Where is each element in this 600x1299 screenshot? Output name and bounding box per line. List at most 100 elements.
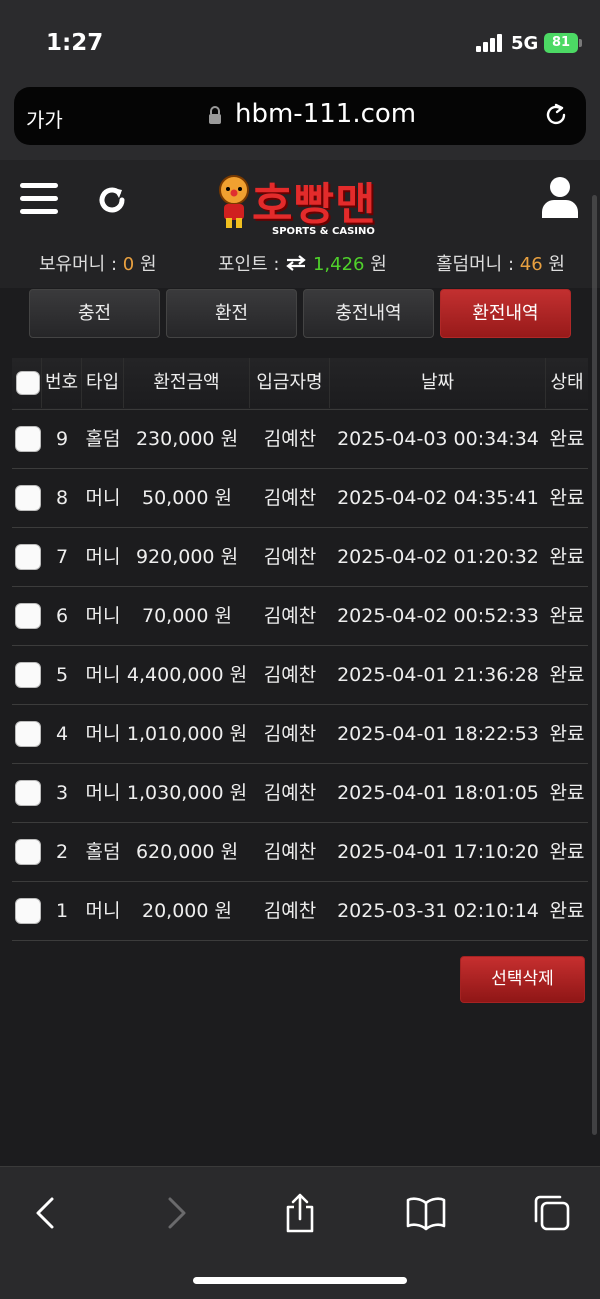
- cell-depositor: 김예찬: [263, 782, 317, 804]
- cell-status: 완료: [549, 487, 585, 509]
- cell-type: 머니: [85, 664, 121, 686]
- row-checkbox[interactable]: [15, 721, 41, 747]
- balance-bar: 보유머니 : 0 원 포인트 : 1,426 원 홀덤머니 : 46 원: [0, 250, 600, 280]
- cell-no: 3: [55, 782, 69, 804]
- forward-icon[interactable]: [156, 1193, 196, 1233]
- cell-status: 완료: [549, 428, 585, 450]
- point-unit: 원: [370, 254, 387, 275]
- cell-no: 4: [55, 723, 69, 745]
- cell-date: 2025-04-01 18:01:05: [337, 782, 539, 804]
- cell-depositor: 김예찬: [263, 723, 317, 745]
- cell-amount: 20,000 원: [141, 900, 232, 922]
- holdem-unit: 원: [548, 254, 565, 275]
- delete-selected-button[interactable]: 선택삭제: [460, 956, 585, 1003]
- table-body: 9 홀덤 230,000 원 김예찬 2025-04-03 00:34:34 완료 8 머니 5…: [12, 410, 588, 941]
- holdem-value: 46: [519, 254, 543, 275]
- table-row[interactable]: 1 머니 20,000 원 김예찬 2025-03-31 02:10:14 완료: [12, 882, 588, 941]
- user-icon[interactable]: [540, 176, 580, 218]
- row-checkbox[interactable]: [15, 603, 41, 629]
- cell-status: 완료: [549, 841, 585, 863]
- row-checkbox[interactable]: [15, 544, 41, 570]
- cell-status: 완료: [549, 605, 585, 627]
- point-label: 포인트 :: [218, 254, 280, 275]
- logo-text: 호빵맨: [252, 179, 377, 230]
- table-row[interactable]: 6 머니 70,000 원 김예찬 2025-04-02 00:52:33 완료: [12, 587, 588, 646]
- mascot-icon: [219, 175, 249, 228]
- table-row[interactable]: 5 머니 4,400,000 원 김예찬 2025-04-01 21:36:28 완료: [12, 646, 588, 705]
- lock-icon: [209, 106, 221, 124]
- cell-amount: 70,000 원: [141, 605, 232, 627]
- point-value: 1,426: [312, 254, 365, 275]
- row-checkbox[interactable]: [15, 839, 41, 865]
- cell-type: 머니: [85, 546, 121, 568]
- cell-no: 6: [55, 605, 69, 627]
- site-logo[interactable]: 호빵맨 SPORTS & CASINO: [210, 168, 400, 238]
- cell-date: 2025-03-31 02:10:14: [337, 900, 539, 922]
- cell-type: 머니: [85, 723, 121, 745]
- cell-type: 머니: [85, 487, 121, 509]
- table-row[interactable]: 2 홀덤 620,000 원 김예찬 2025-04-01 17:10:20 완료: [12, 823, 588, 882]
- cell-status: 완료: [549, 546, 585, 568]
- tabs-icon[interactable]: [532, 1193, 572, 1233]
- share-icon[interactable]: [280, 1193, 320, 1233]
- cell-amount: 1,010,000 원: [126, 723, 248, 745]
- select-all-checkbox[interactable]: [16, 371, 40, 395]
- table-row[interactable]: 3 머니 1,030,000 원 김예찬 2025-04-01 18:01:05 완료: [12, 764, 588, 823]
- cell-date: 2025-04-02 04:35:41: [337, 487, 539, 509]
- tab-bar: 충전 환전 충전내역 환전내역: [0, 288, 600, 340]
- browser-address-area: 가가 hbm-111.com: [0, 80, 600, 160]
- exchange-icon[interactable]: [285, 255, 307, 271]
- cell-depositor: 김예찬: [263, 428, 317, 450]
- bookmarks-icon[interactable]: [406, 1193, 446, 1233]
- row-checkbox[interactable]: [15, 662, 41, 688]
- header-date: 날짜: [330, 358, 546, 408]
- scrollbar[interactable]: [592, 195, 597, 1135]
- table-row[interactable]: 9 홀덤 230,000 원 김예찬 2025-04-03 00:34:34 완료: [12, 410, 588, 469]
- url-text[interactable]: hbm-111.com: [235, 99, 416, 129]
- cell-date: 2025-04-01 18:22:53: [337, 723, 539, 745]
- money-unit: 원: [139, 254, 157, 275]
- cell-depositor: 김예찬: [263, 900, 317, 922]
- refresh-icon[interactable]: [94, 182, 130, 218]
- cell-status: 완료: [549, 900, 585, 922]
- reload-icon[interactable]: [542, 101, 570, 129]
- cell-no: 9: [55, 428, 69, 450]
- cell-date: 2025-04-01 17:10:20: [337, 841, 539, 863]
- point-balance: 포인트 : 1,426 원: [218, 250, 387, 276]
- table-row[interactable]: 4 머니 1,010,000 원 김예찬 2025-04-01 18:22:53 완료: [12, 705, 588, 764]
- address-bar[interactable]: 가가 hbm-111.com: [14, 87, 586, 145]
- holdem-label: 홀덤머니 :: [436, 254, 515, 275]
- table-row[interactable]: 8 머니 50,000 원 김예찬 2025-04-02 04:35:41 완료: [12, 469, 588, 528]
- cell-depositor: 김예찬: [263, 605, 317, 627]
- logo-subtitle: SPORTS & CASINO: [272, 226, 375, 237]
- cell-amount: 620,000 원: [135, 841, 239, 863]
- cell-status: 완료: [549, 723, 585, 745]
- holdem-balance: 홀덤머니 : 46 원: [436, 250, 565, 276]
- cell-no: 7: [55, 546, 69, 568]
- header-amount: 환전금액: [124, 358, 250, 408]
- tab-withdraw-history[interactable]: 환전내역: [440, 289, 571, 338]
- cell-amount: 1,030,000 원: [126, 782, 248, 804]
- text-size-button[interactable]: 가가: [26, 104, 63, 133]
- tab-deposit-history[interactable]: 충전내역: [303, 289, 434, 338]
- site-header: 호빵맨 SPORTS & CASINO 보유머니 : 0 원 포인트 : 1,4…: [0, 160, 600, 288]
- money-label: 보유머니 :: [39, 254, 118, 275]
- tab-withdraw[interactable]: 환전: [166, 289, 297, 338]
- back-icon[interactable]: [26, 1193, 66, 1233]
- cell-type: 머니: [85, 605, 121, 627]
- cell-depositor: 김예찬: [263, 664, 317, 686]
- header-select-cell: [12, 358, 42, 408]
- row-checkbox[interactable]: [15, 780, 41, 806]
- header-no: 번호: [42, 358, 82, 408]
- row-checkbox[interactable]: [15, 426, 41, 452]
- tab-deposit[interactable]: 충전: [29, 289, 160, 338]
- menu-icon[interactable]: [20, 183, 58, 215]
- table-row[interactable]: 7 머니 920,000 원 김예찬 2025-04-02 01:20:32 완료: [12, 528, 588, 587]
- row-checkbox[interactable]: [15, 898, 41, 924]
- cell-amount: 920,000 원: [135, 546, 239, 568]
- row-checkbox[interactable]: [15, 485, 41, 511]
- cell-date: 2025-04-02 00:52:33: [337, 605, 539, 627]
- cell-amount: 230,000 원: [135, 428, 239, 450]
- cell-no: 8: [55, 487, 69, 509]
- money-balance: 보유머니 : 0 원: [39, 250, 157, 276]
